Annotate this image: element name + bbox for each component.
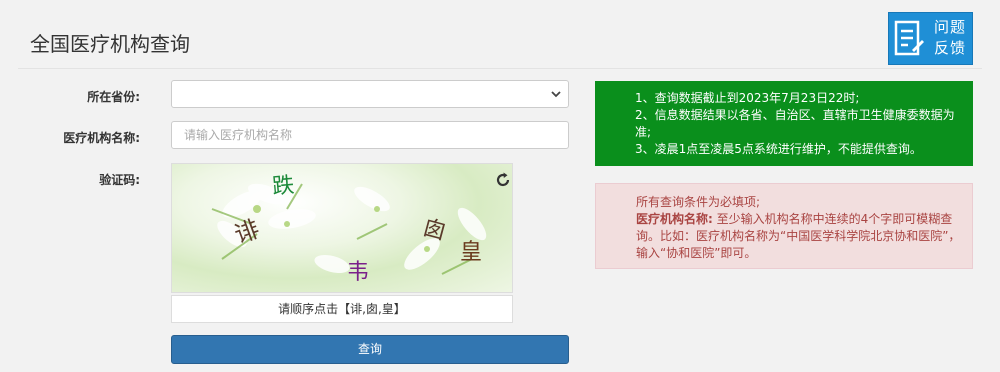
chevron-down-icon <box>551 91 561 98</box>
requirements-notice-panel: 所有查询条件为必填项; 医疗机构名称: 至少输入机构名称中连续的4个字即可模糊查… <box>595 183 973 269</box>
captcha-flower-background <box>211 183 487 275</box>
province-label: 所在省份: <box>87 90 140 104</box>
refresh-icon[interactable] <box>494 171 512 189</box>
captcha-hint: 请顺序点击【诽,囱,皇】 <box>171 295 513 323</box>
header-divider <box>18 68 982 69</box>
data-notice-panel: 1、查询数据截止到2023年7月23日22时; 2、信息数据结果以各省、自治区、… <box>595 81 973 166</box>
institution-name-label: 医疗机构名称: <box>63 131 140 145</box>
province-select[interactable] <box>171 80 569 108</box>
captcha-label: 验证码: <box>99 173 140 187</box>
requirements-field-name: 医疗机构名称: <box>636 212 713 226</box>
feedback-button[interactable]: 问题 反馈 <box>888 12 973 65</box>
captcha-char-4[interactable]: 皇 <box>460 234 482 266</box>
query-button[interactable]: 查询 <box>171 335 569 364</box>
captcha-char-5[interactable]: 韦 <box>347 254 369 286</box>
feedback-label-line2: 反馈 <box>933 39 966 57</box>
feedback-label-line1: 问题 <box>933 18 966 36</box>
requirements-intro: 所有查询条件为必填项; <box>636 195 761 209</box>
notice-line-2: 2、信息数据结果以各省、自治区、直辖市卫生健康委数据为准; <box>635 108 955 139</box>
page-title: 全国医疗机构查询 <box>30 32 190 56</box>
notice-line-1: 1、查询数据截止到2023年7月23日22时; <box>635 91 860 105</box>
notice-line-3: 3、凌晨1点至凌晨5点系统进行维护，不能提供查询。 <box>635 142 922 156</box>
requirements-detail: 医疗机构名称: 至少输入机构名称中连续的4个字即可模糊查询。比如：医疗机构名称为… <box>636 211 962 262</box>
captcha-char-1[interactable]: 跌 <box>271 167 296 201</box>
captcha-image[interactable]: 跌 诽 囱 皇 韦 <box>171 163 513 293</box>
institution-name-input[interactable] <box>171 121 569 149</box>
document-icon <box>894 20 924 56</box>
page-header: 全国医疗机构查询 问题 反馈 <box>0 0 1000 70</box>
